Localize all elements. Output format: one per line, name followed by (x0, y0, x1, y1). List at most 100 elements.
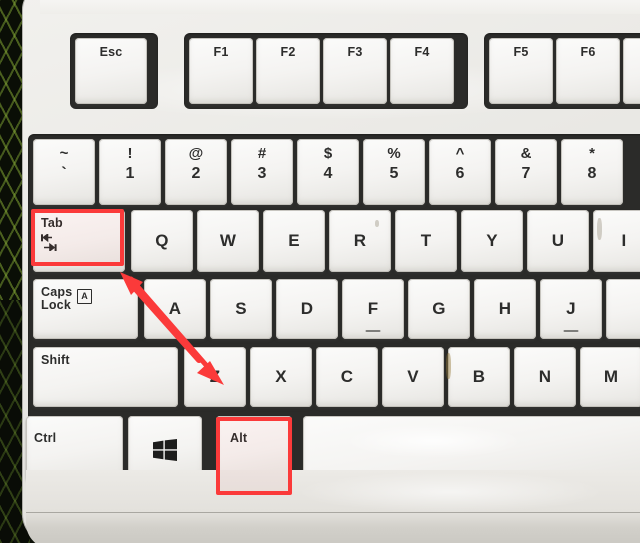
palm-rest-sheen (300, 472, 600, 512)
key-x[interactable]: X (250, 347, 312, 407)
key-4-shift-label: $ (323, 145, 333, 162)
key-h[interactable]: H (474, 279, 536, 339)
key-x-label: X (275, 367, 287, 387)
key-f2[interactable]: F2 (256, 38, 320, 104)
key-i[interactable]: I (593, 210, 640, 272)
key-f6[interactable]: F6 (556, 38, 620, 104)
key-7-shift-label: & (520, 145, 532, 162)
key-i-label: I (621, 231, 627, 251)
key-1[interactable]: ! 1 (99, 139, 161, 205)
key-g[interactable]: G (408, 279, 470, 339)
key-f6-label: F6 (580, 45, 596, 59)
key-c[interactable]: C (316, 347, 378, 407)
key-j[interactable]: J (540, 279, 602, 339)
key-a-label: A (168, 299, 182, 319)
key-z[interactable]: Z (184, 347, 246, 407)
key-alt-label: Alt (230, 431, 248, 445)
key-tab-label: Tab (41, 216, 63, 230)
key-caps-lock[interactable]: Caps Lock A (33, 279, 138, 339)
key-f2-label: F2 (280, 45, 296, 59)
key-n[interactable]: N (514, 347, 576, 407)
key-a[interactable]: A (144, 279, 206, 339)
key-b-label: B (472, 367, 486, 387)
key-y[interactable]: Y (461, 210, 523, 272)
key-shift-label: Shift (41, 353, 70, 367)
key-r-label: R (353, 231, 367, 251)
key-t[interactable]: T (395, 210, 457, 272)
key-j-home-bar (563, 330, 579, 332)
key-s[interactable]: S (210, 279, 272, 339)
key-f1-label: F1 (213, 45, 229, 59)
key-g-label: G (432, 299, 446, 319)
key-3[interactable]: # 3 (231, 139, 293, 205)
key-7-label: 7 (521, 165, 531, 182)
key-f4[interactable]: F4 (390, 38, 454, 104)
key-1-shift-label: ! (127, 145, 133, 162)
key-2-shift-label: @ (188, 145, 204, 162)
key-tab[interactable]: Tab (33, 210, 125, 272)
key-f-home-bar (365, 330, 381, 332)
key-s-label: S (235, 299, 247, 319)
key-e[interactable]: E (263, 210, 325, 272)
key-f5-label: F5 (513, 45, 529, 59)
key-f7-label: F7 (623, 46, 640, 59)
key-5-shift-label: % (387, 145, 401, 162)
key-f5[interactable]: F5 (489, 38, 553, 104)
key-2-label: 2 (191, 165, 201, 182)
key-h-label: H (498, 299, 512, 319)
key-8[interactable]: * 8 (561, 139, 623, 205)
key-q[interactable]: Q (131, 210, 193, 272)
tab-arrows-icon (41, 234, 57, 251)
key-3-shift-label: # (257, 145, 267, 162)
key-q-label: Q (155, 231, 169, 251)
key-2[interactable]: @ 2 (165, 139, 227, 205)
key-d-label: D (300, 299, 314, 319)
key-backtick-shift-label: ~ (59, 145, 69, 162)
key-d[interactable]: D (276, 279, 338, 339)
key-w[interactable]: W (197, 210, 259, 272)
key-6[interactable]: ^ 6 (429, 139, 491, 205)
keyboard-photo: Esc F1 F2 F3 F4 F5 F6 F7 ~ ` ! 1 @ 2 # 3… (0, 0, 640, 543)
key-f[interactable]: F (342, 279, 404, 339)
key-n-label: N (538, 367, 552, 387)
key-f-label: F (367, 299, 379, 319)
key-b[interactable]: B (446, 347, 510, 407)
key-backtick-label: ` (61, 165, 67, 182)
key-8-shift-label: * (589, 145, 595, 162)
key-c-label: C (340, 367, 354, 387)
key-z-label: Z (209, 367, 221, 387)
key-k[interactable] (606, 279, 640, 339)
key-4[interactable]: $ 4 (297, 139, 359, 205)
key-m[interactable]: M (580, 347, 640, 407)
key-shift-left[interactable]: Shift (33, 347, 178, 407)
key-v-label: V (407, 367, 419, 387)
key-f7[interactable]: F7 (623, 38, 640, 104)
key-6-label: 6 (455, 165, 465, 182)
windows-logo-icon (153, 439, 177, 461)
key-f3[interactable]: F3 (323, 38, 387, 104)
caps-lock-a-indicator-icon: A (77, 289, 92, 304)
key-f4-label: F4 (414, 45, 430, 59)
keyboard-bottom-lip (26, 512, 640, 543)
key-v[interactable]: V (382, 347, 444, 407)
key-7[interactable]: & 7 (495, 139, 557, 205)
key-8-label: 8 (587, 165, 597, 182)
key-e-label: E (288, 231, 300, 251)
key-3-label: 3 (257, 165, 267, 182)
key-esc-label: Esc (99, 45, 123, 59)
key-u-label: U (551, 231, 565, 251)
keyboard-top-edge (40, 0, 640, 14)
key-f1[interactable]: F1 (189, 38, 253, 104)
key-esc[interactable]: Esc (75, 38, 147, 104)
key-5[interactable]: % 5 (363, 139, 425, 205)
key-f3-label: F3 (347, 45, 363, 59)
key-u[interactable]: U (527, 210, 589, 272)
key-caps-lock-label: Caps Lock (41, 285, 73, 313)
key-backtick[interactable]: ~ ` (33, 139, 95, 205)
key-r[interactable]: R (329, 210, 391, 272)
key-ctrl-label: Ctrl (34, 431, 57, 445)
key-6-shift-label: ^ (455, 145, 465, 162)
key-w-label: W (219, 231, 237, 251)
key-t-label: T (420, 231, 432, 251)
key-5-label: 5 (389, 165, 399, 182)
